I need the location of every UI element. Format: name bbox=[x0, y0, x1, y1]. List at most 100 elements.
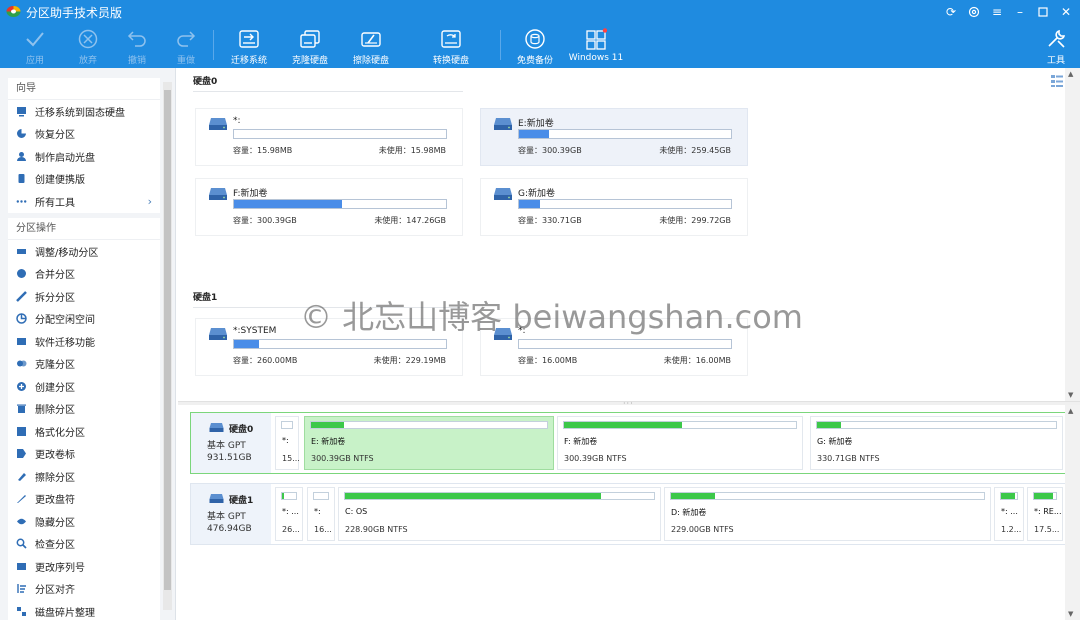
sidebar-item-create[interactable]: 创建分区 bbox=[8, 375, 160, 398]
sidebar-item-letter[interactable]: 更改盘符 bbox=[8, 488, 160, 511]
sidebar-item-allocate[interactable]: 分配空闲空间 bbox=[8, 308, 160, 331]
sidebar-item-format[interactable]: 格式化分区 bbox=[8, 420, 160, 443]
discard-label: 放弃 bbox=[78, 56, 97, 66]
maximize-icon[interactable] bbox=[1035, 4, 1051, 20]
volume-card[interactable]: E:新加卷 容量：300.39GB 未使用：259.45GB bbox=[480, 108, 748, 166]
sidebar-item-all-tools[interactable]: 所有工具 › bbox=[8, 190, 160, 213]
disk-size: 931.51GB bbox=[207, 453, 252, 463]
sidebar-item-label: 擦除分区 bbox=[35, 472, 75, 484]
settings-icon[interactable] bbox=[966, 4, 982, 20]
disk-icon bbox=[209, 188, 227, 200]
ops-section-title: 分区操作 bbox=[8, 218, 160, 240]
wipe-disk-icon bbox=[359, 28, 383, 50]
volume-card[interactable]: F:新加卷 容量：300.39GB 未使用：147.26GB bbox=[195, 178, 463, 236]
partition-usage-bar bbox=[816, 421, 1057, 429]
lower-scrollbar[interactable]: ▲ ▼ bbox=[1065, 405, 1080, 620]
clone-disk-button[interactable]: 克隆硬盘 bbox=[280, 28, 340, 66]
migrate-os-button[interactable]: 迁移系统 bbox=[219, 28, 279, 66]
create-icon bbox=[16, 381, 27, 392]
volume-usage-bar bbox=[233, 339, 447, 349]
sidebar-item-hide[interactable]: 隐藏分区 bbox=[8, 510, 160, 533]
sidebar-item-label: 创建便携版 bbox=[35, 175, 85, 187]
migrate-os-label: 迁移系统 bbox=[230, 56, 267, 66]
menu-icon[interactable]: ≡ bbox=[989, 4, 1005, 20]
volume-card[interactable]: G:新加卷 容量：330.71GB 未使用：299.72GB bbox=[480, 178, 748, 236]
view-toggle-icon[interactable] bbox=[1050, 74, 1064, 88]
upper-scrollbar[interactable]: ▲ ▼ bbox=[1065, 68, 1080, 401]
more-icon bbox=[16, 196, 27, 207]
volume-name: *:SYSTEM bbox=[233, 326, 277, 336]
sidebar-item-defrag[interactable]: 磁盘碎片整理 bbox=[8, 600, 160, 620]
sidebar-item-delete[interactable]: 删除分区 bbox=[8, 398, 160, 421]
refresh-icon[interactable]: ⟳ bbox=[943, 4, 959, 20]
convert-disk-button[interactable]: 转换硬盘 bbox=[421, 28, 481, 66]
backup-icon bbox=[523, 28, 547, 50]
wizard-section-title: 向导 bbox=[8, 78, 160, 100]
partition-block[interactable]: E: 新加卷 300.39GB NTFS bbox=[304, 416, 554, 470]
sidebar-item-wipe[interactable]: 擦除分区 bbox=[8, 465, 160, 488]
disk-icon bbox=[209, 423, 224, 432]
sidebar-item-label: 制作启动光盘 bbox=[35, 152, 95, 164]
volume-capacity: 容量：260.00MB bbox=[233, 356, 298, 365]
volume-free-space: 未使用：299.72GB bbox=[659, 216, 731, 225]
tools-button[interactable]: 工具 bbox=[1026, 28, 1080, 66]
partition-block[interactable]: *: ... 1.2... bbox=[994, 487, 1024, 541]
close-icon[interactable]: ✕ bbox=[1058, 4, 1074, 20]
disk-info[interactable]: 硬盘1 基本 GPT 476.94GB bbox=[191, 484, 271, 544]
scroll-up-icon[interactable]: ▲ bbox=[1068, 407, 1073, 415]
partition-block[interactable]: F: 新加卷 300.39GB NTFS bbox=[557, 416, 803, 470]
sidebar-item-portable[interactable]: 创建便携版 bbox=[8, 168, 160, 191]
scroll-up-icon[interactable]: ▲ bbox=[1068, 70, 1073, 78]
volume-name: G:新加卷 bbox=[518, 189, 556, 199]
sidebar-item-migrate-ssd[interactable]: 迁移系统到固态硬盘 bbox=[8, 100, 160, 123]
partition-usage-bar bbox=[670, 492, 985, 500]
windows11-button[interactable]: Windows 11 bbox=[566, 28, 626, 63]
volume-usage-fill bbox=[519, 200, 541, 208]
scroll-down-icon[interactable]: ▼ bbox=[1068, 610, 1073, 618]
disk-map-row[interactable]: 硬盘1 基本 GPT 476.94GB *: ... 26... *: 16... C: OS… bbox=[190, 483, 1072, 545]
partition-info: 26... bbox=[282, 525, 300, 534]
partition-block[interactable]: C: OS 228.90GB NTFS bbox=[338, 487, 661, 541]
sidebar-item-align[interactable]: 分区对齐 bbox=[8, 578, 160, 601]
sidebar-item-recover[interactable]: 恢复分区 bbox=[8, 123, 160, 146]
partition-block[interactable]: D: 新加卷 229.00GB NTFS bbox=[664, 487, 991, 541]
disk-icon bbox=[494, 188, 512, 200]
redo-button[interactable]: 重做 bbox=[156, 28, 216, 66]
sidebar-item-label[interactable]: 更改卷标 bbox=[8, 443, 160, 466]
wipe-disk-button[interactable]: 擦除硬盘 bbox=[341, 28, 401, 66]
free-backup-button[interactable]: 免费备份 bbox=[505, 28, 565, 66]
partition-block[interactable]: *: 16... bbox=[307, 487, 335, 541]
disk-info[interactable]: 硬盘0 基本 GPT 931.51GB bbox=[191, 413, 271, 473]
sidebar-scrollbar[interactable] bbox=[163, 82, 172, 610]
partition-usage-bar bbox=[313, 492, 329, 500]
partition-block[interactable]: *: 15... bbox=[275, 416, 300, 470]
apply-button[interactable]: 应用 bbox=[5, 28, 65, 66]
split-icon bbox=[16, 290, 27, 302]
minimize-icon[interactable]: – bbox=[1012, 4, 1028, 20]
partition-usage-fill bbox=[1001, 493, 1016, 499]
disk-map-row[interactable]: 硬盘0 基本 GPT 931.51GB *: 15... E: 新加卷 300.39GB N… bbox=[190, 412, 1072, 474]
partition-name: *: bbox=[282, 436, 289, 445]
sidebar-item-boot-disc[interactable]: 制作启动光盘 bbox=[8, 145, 160, 168]
partition-info: 229.00GB NTFS bbox=[671, 525, 734, 534]
partition-block[interactable]: G: 新加卷 330.71GB NTFS bbox=[810, 416, 1063, 470]
sidebar-item-split[interactable]: 拆分分区 bbox=[8, 285, 160, 308]
partition-usage-bar bbox=[310, 421, 548, 429]
partition-usage-fill bbox=[282, 493, 285, 499]
redo-icon bbox=[174, 28, 198, 50]
volume-free-space: 未使用：15.98MB bbox=[378, 146, 446, 155]
sidebar-item-clone[interactable]: 克隆分区 bbox=[8, 353, 160, 376]
partition-block[interactable]: *: RE... 17.5... bbox=[1027, 487, 1063, 541]
partition-block[interactable]: *: ... 26... bbox=[275, 487, 303, 541]
merge-icon bbox=[16, 268, 27, 279]
sidebar-item-app-mover[interactable]: 软件迁移功能 bbox=[8, 330, 160, 353]
sidebar-item-resize[interactable]: 调整/移动分区 bbox=[8, 240, 160, 263]
sidebar-item-merge[interactable]: 合并分区 bbox=[8, 263, 160, 286]
disk-size: 476.94GB bbox=[207, 524, 252, 534]
volume-card[interactable]: *: 容量：15.98MB 未使用：15.98MB bbox=[195, 108, 463, 166]
scroll-down-icon[interactable]: ▼ bbox=[1068, 391, 1073, 399]
sidebar-scrollbar-thumb[interactable] bbox=[164, 90, 171, 590]
volume-free-space: 未使用：259.45GB bbox=[659, 146, 731, 155]
sidebar-item-check-partition[interactable]: 检查分区 bbox=[8, 533, 160, 556]
sidebar-item-serial[interactable]: 更改序列号 bbox=[8, 555, 160, 578]
